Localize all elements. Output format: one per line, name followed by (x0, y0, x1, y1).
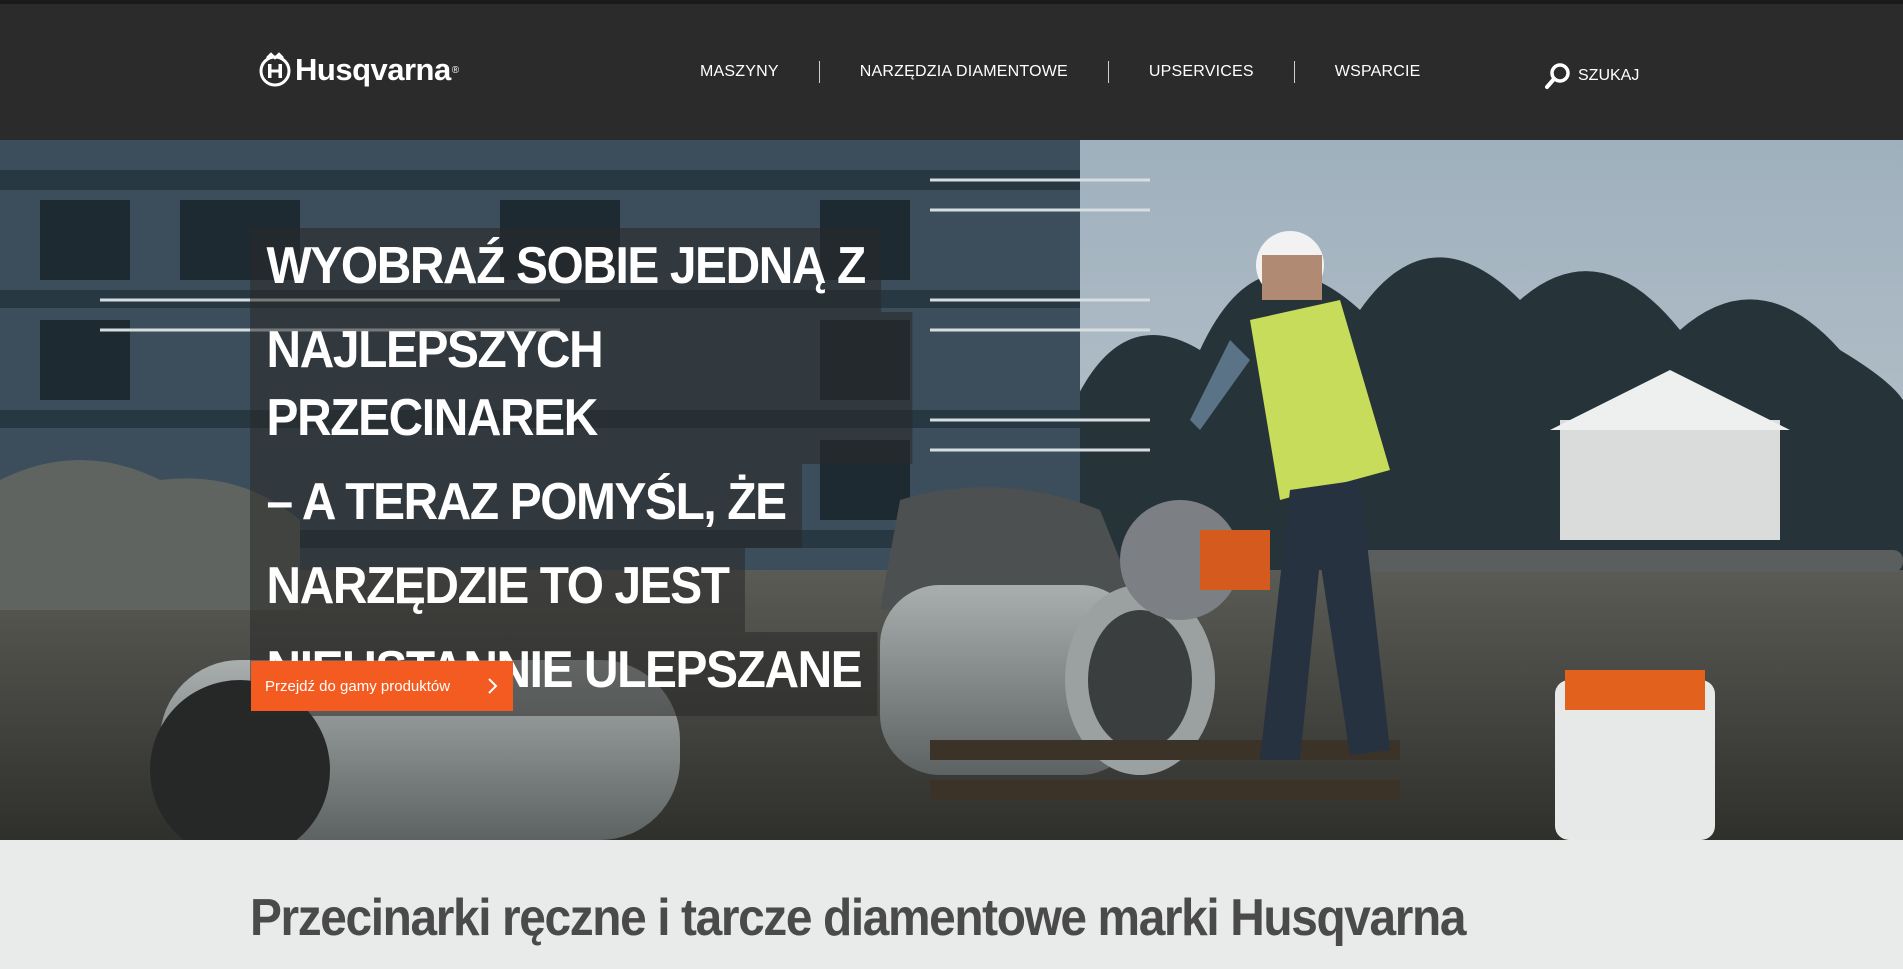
nav-item-wsparcie[interactable]: WSPARCIE (1295, 58, 1461, 86)
chevron-right-icon (488, 678, 498, 694)
husqvarna-crown-icon (259, 52, 291, 87)
search-button[interactable]: SZUKAJ (1544, 62, 1639, 90)
nav-item-narzedzia-diamentowe[interactable]: NARZĘDZIA DIAMENTOWE (820, 58, 1108, 86)
section-title: Przecinarki ręczne i tarcze diamentowe m… (250, 889, 1466, 947)
search-icon (1545, 63, 1570, 89)
search-label: SZUKAJ (1578, 67, 1640, 84)
hero-headline: WYOBRAŹ SOBIE JEDNĄ Z NAJLEPSZYCH PRZECI… (250, 228, 970, 716)
product-range-button[interactable]: Przejdź do gamy produktów (251, 661, 513, 711)
product-range-button-label: Przejdź do gamy produktów (265, 677, 451, 695)
nav-item-maszyny[interactable]: MASZYNY (660, 58, 819, 86)
husqvarna-logo[interactable]: Husqvarna ® (257, 50, 459, 90)
hero-banner: WYOBRAŹ SOBIE JEDNĄ Z NAJLEPSZYCH PRZECI… (0, 140, 1903, 840)
logo-wordmark: Husqvarna (295, 52, 451, 87)
hero-headline-line: WYOBRAŹ SOBIE JEDNĄ Z (250, 228, 882, 312)
nav-item-upservices[interactable]: UPSERVICES (1109, 58, 1294, 86)
site-header: Husqvarna ® MASZYNY NARZĘDZIA DIAMENTOWE… (0, 4, 1903, 140)
hero-headline-line: NARZĘDZIE TO JEST (250, 548, 746, 632)
intro-section: Przecinarki ręczne i tarcze diamentowe m… (0, 840, 1903, 969)
logo-registered-mark: ® (451, 64, 460, 76)
hero-headline-line: – A TERAZ POMYŚL, ŻE (250, 464, 803, 548)
hero-headline-line: NAJLEPSZYCH PRZECINAREK (250, 312, 913, 464)
main-navigation: MASZYNY NARZĘDZIA DIAMENTOWE UPSERVICES … (660, 58, 1461, 86)
